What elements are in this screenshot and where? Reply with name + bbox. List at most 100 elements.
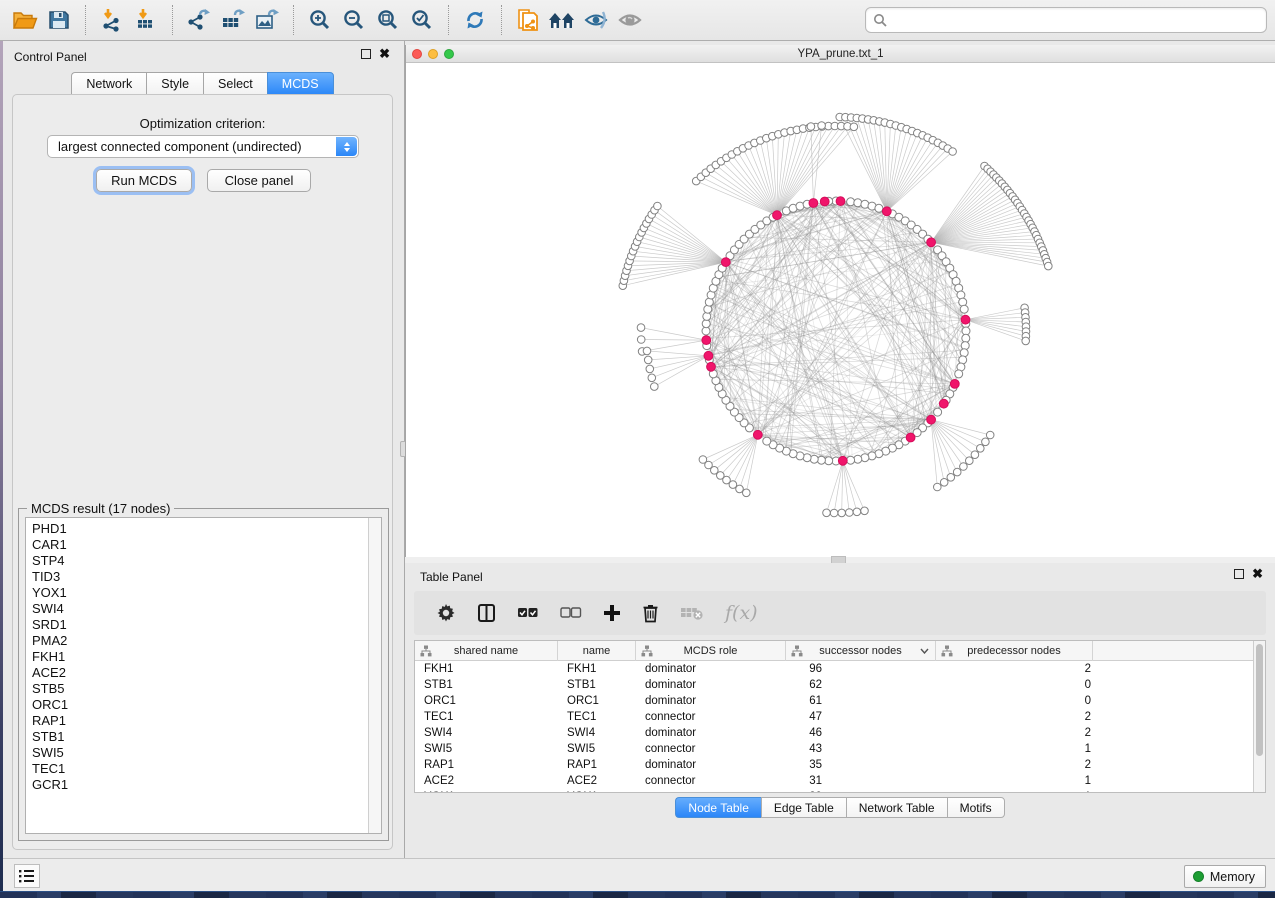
mcds-dominator-node[interactable]: [927, 415, 936, 424]
mcds-result-item[interactable]: STB5: [32, 681, 381, 697]
import-table-icon[interactable]: [129, 3, 163, 37]
network-node[interactable]: [817, 456, 825, 464]
network-leaf-node[interactable]: [986, 431, 994, 439]
tab-network-table[interactable]: Network Table: [846, 797, 947, 818]
export-network-icon[interactable]: [182, 3, 216, 37]
network-leaf-node[interactable]: [743, 489, 751, 497]
network-leaf-node[interactable]: [949, 148, 957, 156]
network-node[interactable]: [847, 456, 855, 464]
network-leaf-node[interactable]: [699, 456, 707, 464]
network-node[interactable]: [854, 455, 862, 463]
mcds-dominator-node[interactable]: [882, 207, 891, 216]
mcds-result-item[interactable]: PHD1: [32, 521, 381, 537]
network-node[interactable]: [763, 437, 771, 445]
table-row[interactable]: RAP1RAP1dominator352: [415, 757, 1253, 773]
mcds-result-item[interactable]: SWI4: [32, 601, 381, 617]
show-graphics-eye-icon[interactable]: [613, 3, 647, 37]
column-header-MCDS-role[interactable]: MCDS role: [636, 641, 786, 661]
mcds-dominator-node[interactable]: [753, 430, 762, 439]
hide-edges-eye-slash-icon[interactable]: [579, 3, 613, 37]
mcds-result-scrollbar[interactable]: [368, 518, 381, 833]
export-table-icon[interactable]: [216, 3, 250, 37]
column-header-name[interactable]: name: [558, 641, 636, 661]
zoom-in-icon[interactable]: [303, 3, 337, 37]
tab-network[interactable]: Network: [71, 72, 146, 95]
search-field[interactable]: [865, 7, 1267, 33]
zoom-out-icon[interactable]: [337, 3, 371, 37]
tab-edge-table[interactable]: Edge Table: [761, 797, 846, 818]
mcds-result-list[interactable]: PHD1CAR1STP4TID3YOX1SWI4SRD1PMA2FKH1ACE2…: [25, 517, 382, 834]
show-columns-icon[interactable]: [477, 603, 496, 623]
column-header-shared-name[interactable]: shared name: [415, 641, 558, 661]
network-leaf-node[interactable]: [644, 356, 652, 364]
zoom-fit-icon[interactable]: [371, 3, 405, 37]
search-input[interactable]: [892, 13, 1259, 27]
mcds-result-item[interactable]: ORC1: [32, 697, 381, 713]
network-leaf-node[interactable]: [648, 374, 656, 382]
network-leaf-node[interactable]: [861, 507, 869, 515]
tab-style[interactable]: Style: [146, 72, 203, 95]
network-leaf-node[interactable]: [934, 483, 942, 491]
network-graph[interactable]: [406, 63, 1275, 557]
mcds-result-item[interactable]: FKH1: [32, 649, 381, 665]
network-node[interactable]: [703, 312, 711, 320]
column-header-successor-nodes[interactable]: successor nodes: [786, 641, 936, 661]
network-leaf-node[interactable]: [846, 509, 854, 517]
network-leaf-node[interactable]: [971, 451, 979, 459]
network-leaf-node[interactable]: [1022, 337, 1030, 345]
mcds-dominator-node[interactable]: [838, 456, 847, 465]
zoom-selected-icon[interactable]: [405, 3, 439, 37]
delete-column-trash-icon[interactable]: [642, 603, 659, 623]
mcds-dominator-node[interactable]: [820, 197, 829, 206]
network-leaf-node[interactable]: [823, 509, 831, 517]
import-network-icon[interactable]: [95, 3, 129, 37]
mcds-result-item[interactable]: TEC1: [32, 761, 381, 777]
task-history-list-button[interactable]: [14, 864, 40, 888]
network-window-titlebar[interactable]: YPA_prune.txt_1: [406, 45, 1275, 63]
mcds-dominator-node[interactable]: [721, 258, 730, 267]
network-leaf-node[interactable]: [947, 474, 955, 482]
network-leaf-node[interactable]: [850, 123, 858, 131]
tab-motifs[interactable]: Motifs: [947, 797, 1005, 818]
network-leaf-node[interactable]: [818, 122, 826, 130]
mcds-dominator-node[interactable]: [809, 199, 818, 208]
network-leaf-node[interactable]: [830, 509, 838, 517]
new-network-from-file-icon[interactable]: [511, 3, 545, 37]
deselect-all-icon[interactable]: [560, 606, 582, 620]
tab-select[interactable]: Select: [203, 72, 267, 95]
control-panel-float-icon[interactable]: [361, 49, 371, 59]
network-leaf-node[interactable]: [940, 479, 948, 487]
table-panel-close-icon[interactable]: ✖: [1252, 569, 1263, 579]
table-row[interactable]: TEC1TEC1connector472: [415, 709, 1253, 725]
mcds-dominator-node[interactable]: [939, 399, 948, 408]
mcds-result-item[interactable]: STB1: [32, 729, 381, 745]
mcds-dominator-node[interactable]: [927, 238, 936, 247]
network-node[interactable]: [702, 327, 710, 335]
mcds-result-item[interactable]: GCR1: [32, 777, 381, 793]
network-leaf-node[interactable]: [853, 508, 861, 516]
mcds-dominator-node[interactable]: [702, 336, 711, 345]
table-settings-gear-icon[interactable]: [436, 603, 456, 623]
export-image-icon[interactable]: [250, 3, 284, 37]
tab-node-table[interactable]: Node Table: [675, 797, 761, 818]
network-leaf-node[interactable]: [838, 509, 846, 517]
mcds-dominator-node[interactable]: [950, 380, 959, 389]
open-file-icon[interactable]: [8, 3, 42, 37]
network-node[interactable]: [934, 408, 942, 416]
network-canvas[interactable]: [406, 63, 1275, 557]
table-row[interactable]: FKH1FKH1dominator962: [415, 661, 1253, 677]
network-leaf-node[interactable]: [953, 468, 961, 476]
network-leaf-node[interactable]: [637, 336, 645, 344]
memory-button[interactable]: Memory: [1184, 865, 1266, 888]
mcds-dominator-node[interactable]: [906, 433, 915, 442]
mcds-result-item[interactable]: YOX1: [32, 585, 381, 601]
network-leaf-node[interactable]: [643, 347, 651, 355]
table-panel-float-icon[interactable]: [1234, 569, 1244, 579]
network-leaf-node[interactable]: [966, 457, 974, 465]
add-column-icon[interactable]: [603, 604, 621, 622]
table-row[interactable]: SWI4SWI4dominator462: [415, 725, 1253, 741]
select-all-icon[interactable]: [517, 606, 539, 620]
network-leaf-node[interactable]: [651, 383, 659, 391]
mcds-dominator-node[interactable]: [773, 211, 782, 220]
table-row[interactable]: ORC1ORC1dominator610: [415, 693, 1253, 709]
